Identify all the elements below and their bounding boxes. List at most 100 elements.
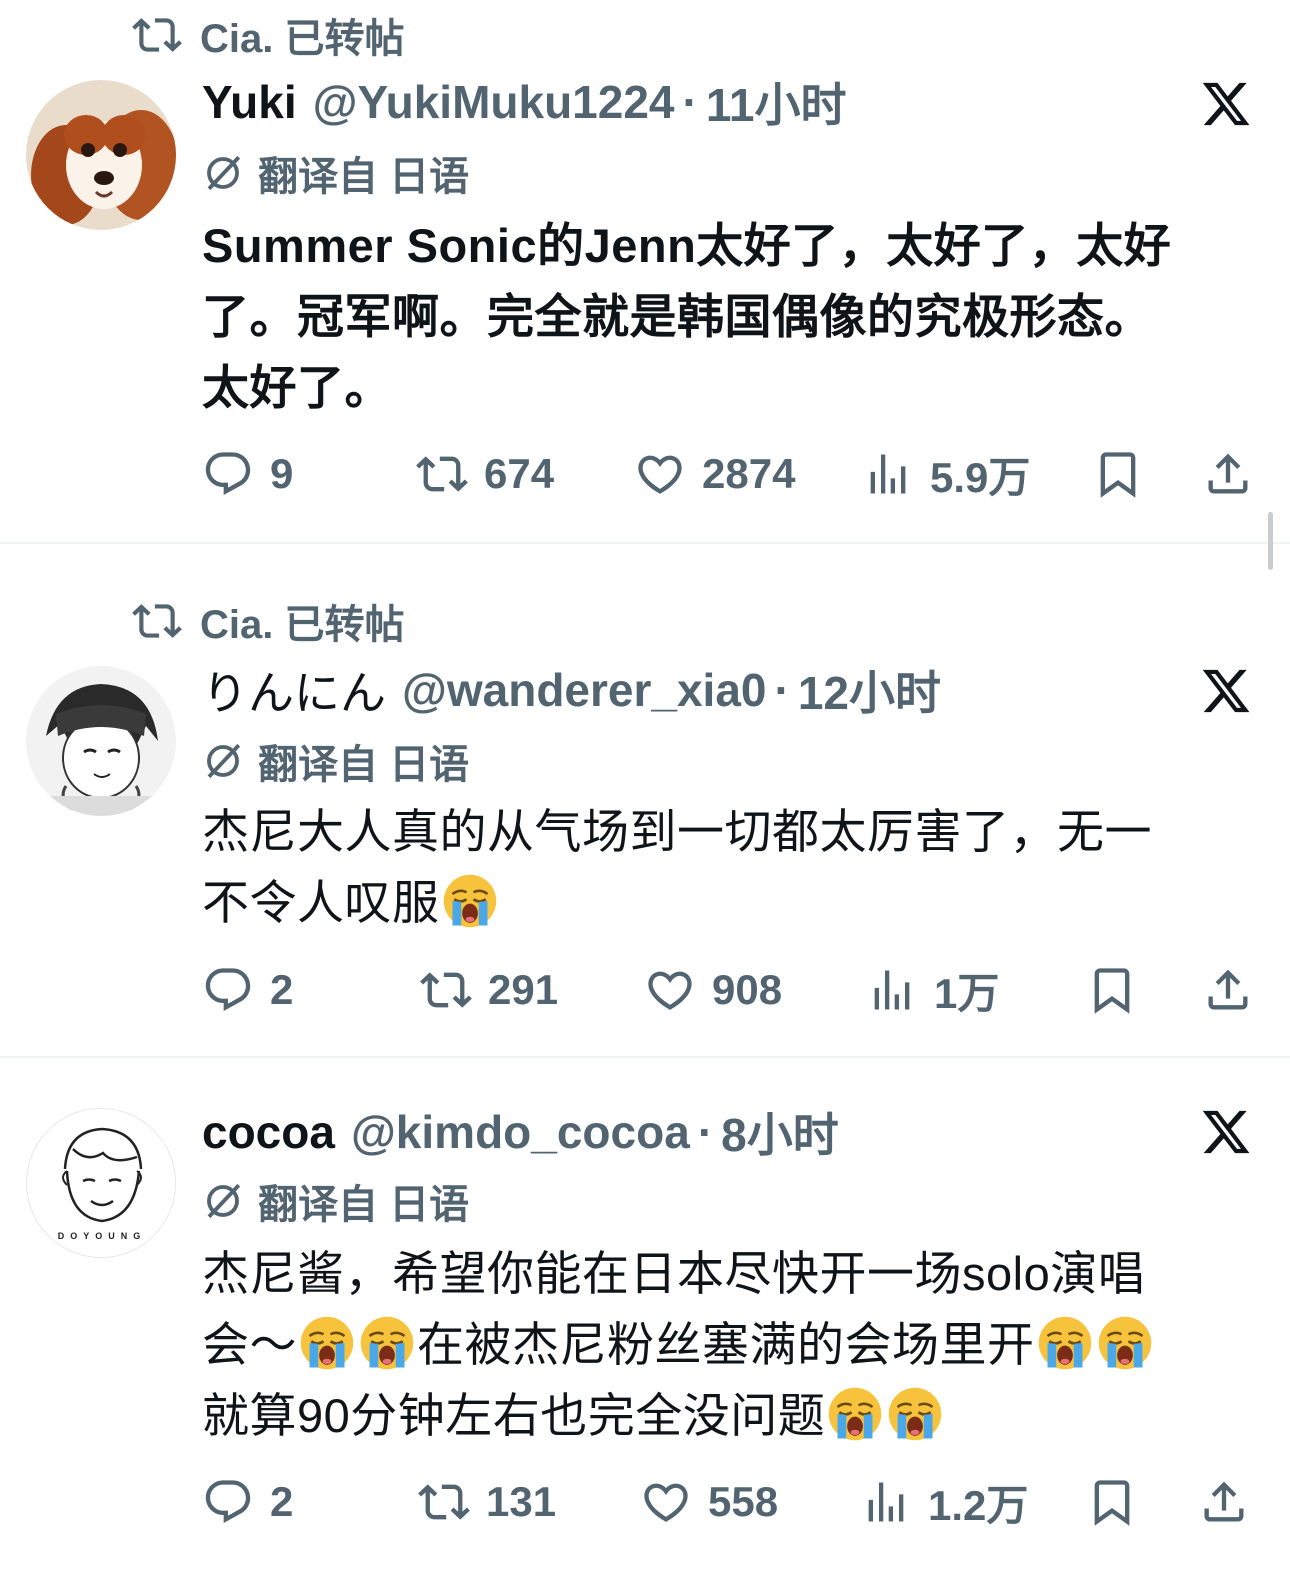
tweet-3[interactable]: DOYOUNG cocoa @kimdo_cocoa · 8小时 翻译自 日语 … bbox=[0, 1058, 1290, 1576]
translated-from[interactable]: 翻译自 日语 bbox=[202, 736, 469, 787]
timestamp[interactable]: 11小时 bbox=[706, 69, 847, 135]
tweet-text-segment: 会～ bbox=[202, 1318, 297, 1371]
repost-button[interactable]: 291 bbox=[420, 960, 558, 1020]
tweet-text-segment: 就算90分钟左右也完全没问题 bbox=[202, 1389, 826, 1442]
separator-dot: · bbox=[682, 76, 698, 128]
views-button[interactable]: 1.2万 bbox=[860, 1472, 1028, 1532]
tweet-text-line: 不令人叹服 bbox=[202, 867, 1242, 938]
avatar[interactable] bbox=[26, 666, 176, 816]
retweeted-by-label: Cia. 已转帖 bbox=[200, 17, 405, 61]
user-handle[interactable]: @YukiMuku1224 bbox=[313, 75, 675, 129]
tweet-text-line: 会～ 在被杰尼粉丝塞满的会场里开 bbox=[202, 1309, 1242, 1380]
like-count: 2874 bbox=[702, 450, 796, 497]
like-count: 908 bbox=[712, 966, 783, 1013]
retweet-icon bbox=[420, 964, 472, 1016]
like-button[interactable]: 558 bbox=[640, 1472, 778, 1532]
views-count: 5.9万 bbox=[930, 453, 1031, 501]
loudly-crying-face-emoji bbox=[359, 1315, 415, 1371]
share-icon bbox=[1202, 964, 1254, 1016]
retweet-icon bbox=[418, 1476, 470, 1528]
views-icon bbox=[862, 448, 914, 500]
reply-button[interactable]: 2 bbox=[202, 1472, 293, 1532]
x-logo-icon bbox=[1200, 1106, 1252, 1158]
translate-icon bbox=[202, 740, 244, 782]
heart-icon bbox=[634, 448, 686, 500]
timestamp[interactable]: 12小时 bbox=[798, 657, 941, 723]
tweet-header: cocoa @kimdo_cocoa · 8小时 bbox=[202, 1102, 839, 1162]
tweet-text-line: 了。冠军啊。完全就是韩国偶像的究极形态。 bbox=[202, 290, 1152, 343]
separator-dot: · bbox=[697, 1106, 714, 1158]
repost-count: 291 bbox=[488, 966, 559, 1013]
tweet-1[interactable]: Cia. 已转帖 Yuki @YukiMuku1224 · 11小时 翻译自 日… bbox=[0, 0, 1290, 542]
reply-icon bbox=[202, 964, 254, 1016]
repost-count: 131 bbox=[486, 1478, 557, 1525]
loudly-crying-face-emoji bbox=[442, 873, 498, 929]
action-bar: 2 291 908 1万 bbox=[0, 960, 1290, 1020]
bookmark-button[interactable] bbox=[1086, 960, 1138, 1020]
retweeted-by-label: Cia. 已转帖 bbox=[200, 603, 405, 647]
reply-button[interactable]: 9 bbox=[202, 444, 293, 504]
display-name[interactable]: Yuki bbox=[202, 75, 297, 129]
avatar[interactable] bbox=[26, 80, 176, 230]
translated-from[interactable]: 翻译自 日语 bbox=[202, 148, 469, 199]
retweet-icon bbox=[416, 448, 468, 500]
avatar[interactable]: DOYOUNG bbox=[26, 1108, 176, 1258]
tweet-text-line: 杰尼酱，希望你能在日本尽快开一场solo演唱 bbox=[202, 1247, 1146, 1300]
translate-icon bbox=[202, 152, 244, 194]
views-button[interactable]: 5.9万 bbox=[862, 444, 1030, 504]
views-icon bbox=[860, 1476, 912, 1528]
like-button[interactable]: 908 bbox=[644, 960, 782, 1020]
tweet-text-line: 太好了。 bbox=[202, 361, 392, 414]
retweet-icon bbox=[132, 596, 182, 646]
user-handle[interactable]: @kimdo_cocoa bbox=[351, 1105, 690, 1159]
tweet-text-line: 就算90分钟左右也完全没问题 bbox=[202, 1380, 1242, 1451]
tweet-text-line: 杰尼大人真的从气场到一切都太厉害了，无一 bbox=[202, 805, 1152, 858]
bookmark-icon bbox=[1086, 964, 1138, 1016]
timestamp[interactable]: 8小时 bbox=[721, 1099, 839, 1165]
repost-button[interactable]: 131 bbox=[418, 1472, 556, 1532]
views-button[interactable]: 1万 bbox=[866, 960, 999, 1020]
views-icon bbox=[866, 964, 918, 1016]
reply-button[interactable]: 2 bbox=[202, 960, 293, 1020]
tweet-header: Yuki @YukiMuku1224 · 11小时 bbox=[202, 72, 846, 132]
share-icon bbox=[1198, 1476, 1250, 1528]
share-icon bbox=[1202, 448, 1254, 500]
translated-from-label: 翻译自 日语 bbox=[258, 743, 470, 787]
reply-count: 2 bbox=[270, 966, 294, 1013]
tweet-text: Summer Sonic的Jenn太好了，太好了，太好 了。冠军啊。完全就是韩国… bbox=[202, 210, 1242, 423]
reply-count: 9 bbox=[270, 450, 294, 497]
retweeted-by[interactable]: Cia. 已转帖 bbox=[132, 10, 404, 61]
manga-avatar-image bbox=[26, 666, 176, 816]
translated-from[interactable]: 翻译自 日语 bbox=[202, 1176, 469, 1227]
share-button[interactable] bbox=[1202, 444, 1254, 504]
translate-icon bbox=[202, 1180, 244, 1222]
action-bar: 2 131 558 1.2万 bbox=[0, 1472, 1290, 1532]
separator-dot: · bbox=[774, 664, 790, 716]
retweeted-by[interactable]: Cia. 已转帖 bbox=[132, 596, 404, 647]
retweet-icon bbox=[132, 10, 182, 60]
views-count: 1万 bbox=[934, 969, 1000, 1017]
x-logo-icon bbox=[1200, 665, 1252, 717]
dog-avatar-image bbox=[26, 80, 176, 230]
loudly-crying-face-emoji bbox=[1037, 1315, 1093, 1371]
reply-count: 2 bbox=[270, 1478, 294, 1525]
user-handle[interactable]: @wanderer_xia0 bbox=[402, 663, 767, 717]
action-bar: 9 674 2874 5.9万 bbox=[0, 444, 1290, 504]
bookmark-button[interactable] bbox=[1086, 1472, 1138, 1532]
display-name[interactable]: りんにん bbox=[202, 657, 386, 723]
bookmark-button[interactable] bbox=[1092, 444, 1144, 504]
reply-icon bbox=[202, 1476, 254, 1528]
like-button[interactable]: 2874 bbox=[634, 444, 795, 504]
avatar-signature: DOYOUNG bbox=[57, 1231, 147, 1241]
share-button[interactable] bbox=[1198, 1472, 1250, 1532]
tweet-text: 杰尼酱，希望你能在日本尽快开一场solo演唱 会～ 在被杰尼粉丝塞满的会场里开 就… bbox=[202, 1238, 1242, 1451]
bookmark-icon bbox=[1092, 448, 1144, 500]
tweet-text-segment: 在被杰尼粉丝塞满的会场里开 bbox=[417, 1318, 1035, 1371]
share-button[interactable] bbox=[1202, 960, 1254, 1020]
heart-icon bbox=[640, 1476, 692, 1528]
display-name[interactable]: cocoa bbox=[202, 1105, 335, 1159]
tweet-2[interactable]: Cia. 已转帖 りんにん @wanderer_xia0 · 12小时 翻译自 … bbox=[0, 544, 1290, 1056]
loudly-crying-face-emoji bbox=[827, 1386, 883, 1442]
repost-button[interactable]: 674 bbox=[416, 444, 554, 504]
tweet-text: 杰尼大人真的从气场到一切都太厉害了，无一 不令人叹服 bbox=[202, 796, 1242, 938]
